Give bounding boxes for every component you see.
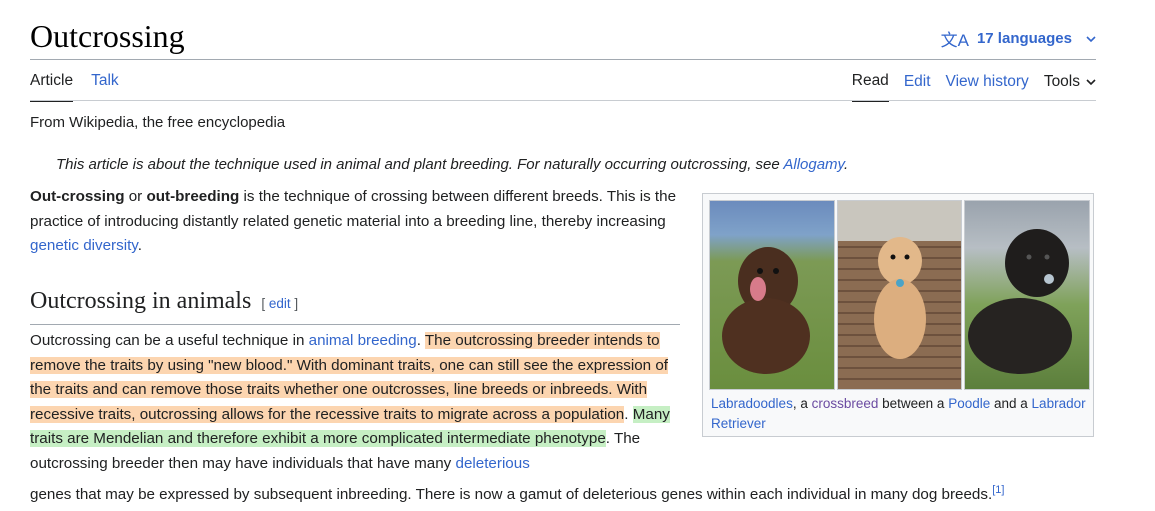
- bold-term: out-breeding: [146, 188, 240, 205]
- intro-text: or: [124, 188, 147, 205]
- poodle-link[interactable]: Poodle: [948, 396, 990, 411]
- tab-talk[interactable]: Talk: [91, 70, 119, 102]
- chevron-down-icon: [1086, 35, 1096, 42]
- tools-menu[interactable]: Tools: [1044, 71, 1096, 101]
- caption-text: between a: [878, 396, 949, 411]
- dog-illustration: [838, 201, 961, 359]
- caption-text: , a: [792, 396, 812, 411]
- languages-label: 17 languages: [976, 30, 1072, 47]
- edit-bracket: ]: [290, 296, 299, 311]
- intro-text: .: [137, 237, 142, 254]
- translate-icon: 文A: [940, 31, 969, 50]
- allogamy-link[interactable]: Allogamy: [783, 156, 844, 173]
- hatnote-end: .: [843, 156, 849, 173]
- dog-photo-brown[interactable]: [709, 200, 835, 390]
- edit-bracket: [: [261, 296, 269, 311]
- caption-text: and a: [990, 396, 1032, 411]
- labradoodles-link[interactable]: Labradoodles: [711, 396, 793, 411]
- languages-button[interactable]: 文A 17 languages: [941, 26, 1096, 51]
- tab-read[interactable]: Read: [851, 70, 889, 102]
- body-text: genes that may be expressed by subsequen…: [30, 486, 993, 504]
- tab-view-history[interactable]: View history: [946, 71, 1029, 101]
- body-text: .: [624, 405, 633, 423]
- bold-term: Out-crossing: [30, 188, 125, 205]
- dog-photo-black[interactable]: [964, 200, 1090, 390]
- namespace-tabs: Article Talk: [30, 70, 119, 102]
- title-divider: [30, 59, 1096, 60]
- image-thumbnail: Labradoodles, a crossbreed between a Poo…: [702, 193, 1094, 437]
- hatnote: This article is about the technique used…: [56, 155, 848, 175]
- edit-section-label[interactable]: edit: [269, 296, 291, 311]
- tab-edit[interactable]: Edit: [904, 71, 931, 101]
- animals-paragraph: Outcrossing can be a useful technique in…: [30, 329, 680, 476]
- body-text: .: [416, 332, 425, 349]
- dog-illustration: [968, 229, 1072, 374]
- tools-label: Tools: [1043, 73, 1080, 90]
- deleterious-link[interactable]: deleterious: [456, 455, 530, 472]
- page-title: Outcrossing: [30, 18, 185, 54]
- reference-link[interactable]: [1]: [992, 484, 1004, 496]
- crossbreed-link[interactable]: crossbreed: [812, 396, 879, 411]
- edit-section-link[interactable]: [ edit ]: [261, 296, 298, 311]
- dog-illustration: [722, 247, 810, 374]
- animal-breeding-link[interactable]: animal breeding: [309, 332, 417, 349]
- dog-photo-apricot[interactable]: [837, 200, 962, 390]
- section-heading: Outcrossing in animals [ edit ]: [30, 285, 680, 325]
- tab-article[interactable]: Article: [30, 70, 74, 102]
- view-tabs: Read Edit View history Tools: [851, 70, 1096, 102]
- intro-paragraph: Out-crossing or out-breeding is the tech…: [30, 185, 685, 259]
- body-text: Outcrossing can be a useful technique in: [30, 332, 309, 349]
- image-caption: Labradoodles, a crossbreed between a Poo…: [711, 394, 1087, 434]
- site-tagline: From Wikipedia, the free encyclopedia: [30, 114, 286, 131]
- hatnote-text: This article is about the technique used…: [56, 156, 784, 173]
- section-title: Outcrossing in animals: [30, 288, 252, 314]
- chevron-down-icon: [1086, 78, 1096, 85]
- genetic-diversity-link[interactable]: genetic diversity: [30, 237, 138, 254]
- body-text-line: genes that may be expressed by subsequen…: [30, 480, 1004, 505]
- tabs-divider: [30, 100, 1096, 101]
